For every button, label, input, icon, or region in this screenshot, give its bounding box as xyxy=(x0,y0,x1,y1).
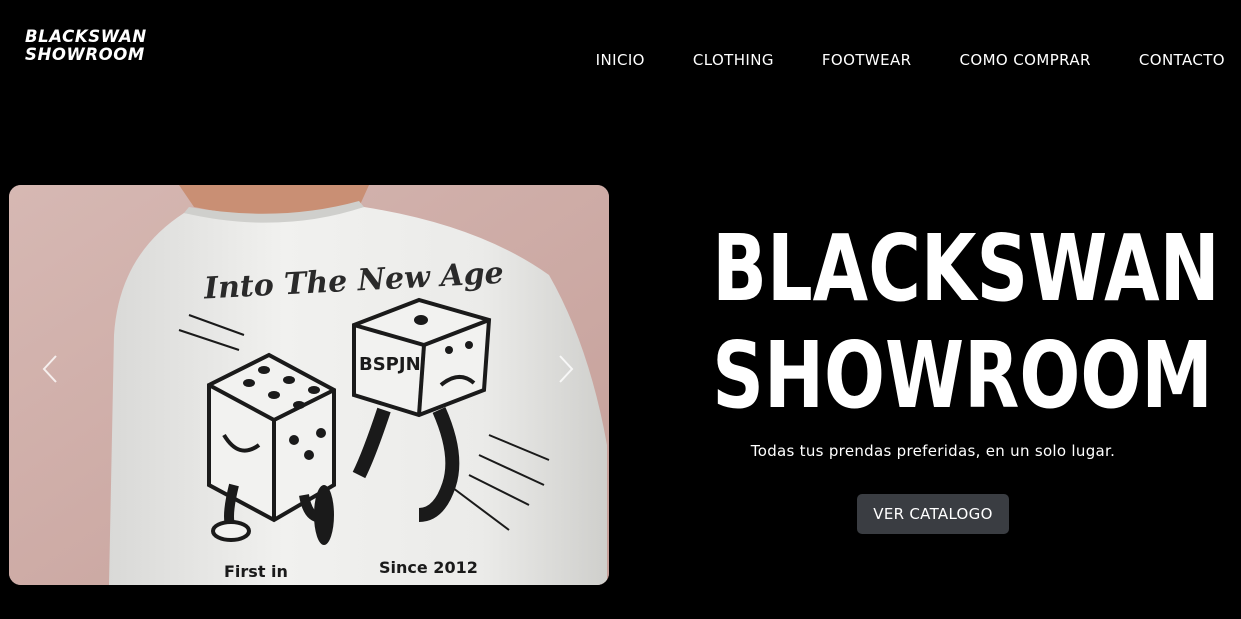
chevron-left-icon xyxy=(42,355,57,383)
nav-item-como-comprar[interactable]: COMO COMPRAR xyxy=(959,50,1090,70)
hero-title-line2: SHOWROOM xyxy=(712,322,1213,429)
nav-item-clothing[interactable]: CLOTHING xyxy=(693,50,774,70)
brand-logo-line1: BLACKSWAN xyxy=(25,27,147,46)
hero-title: BLACKSWAN SHOWROOM xyxy=(712,215,1220,429)
carousel-prev-button[interactable] xyxy=(40,352,64,386)
page: BLACKSWAN SHOWROOM INICIO CLOTHING FOOTW… xyxy=(0,0,1241,619)
dice-print-label: BSPJN xyxy=(359,354,421,375)
carousel-slide-image: Into The New Age BSPJN First in Since 20… xyxy=(9,185,609,585)
brand-logo-line2: SHOWROOM xyxy=(25,45,145,64)
nav-item-footwear[interactable]: FOOTWEAR xyxy=(822,50,912,70)
image-carousel[interactable]: Into The New Age BSPJN First in Since 20… xyxy=(9,185,609,585)
shirt-print-footer-right: Since 2012 xyxy=(379,558,478,577)
view-catalog-button[interactable]: VER CATALOGO xyxy=(857,494,1009,534)
chevron-right-icon xyxy=(559,355,574,383)
hero-subtitle: Todas tus prendas preferidas, en un solo… xyxy=(750,442,1116,460)
carousel-next-button[interactable] xyxy=(552,352,576,386)
hero-title-line1: BLACKSWAN xyxy=(712,215,1220,322)
nav-item-inicio[interactable]: INICIO xyxy=(596,50,645,70)
hero-section: BLACKSWAN SHOWROOM Todas tus prendas pre… xyxy=(650,215,1220,534)
brand-logo[interactable]: BLACKSWAN SHOWROOM xyxy=(25,28,155,64)
main-nav: INICIO CLOTHING FOOTWEAR COMO COMPRAR CO… xyxy=(596,50,1225,70)
shirt-print-footer-left: First in xyxy=(224,562,288,581)
nav-item-contacto[interactable]: CONTACTO xyxy=(1139,50,1225,70)
